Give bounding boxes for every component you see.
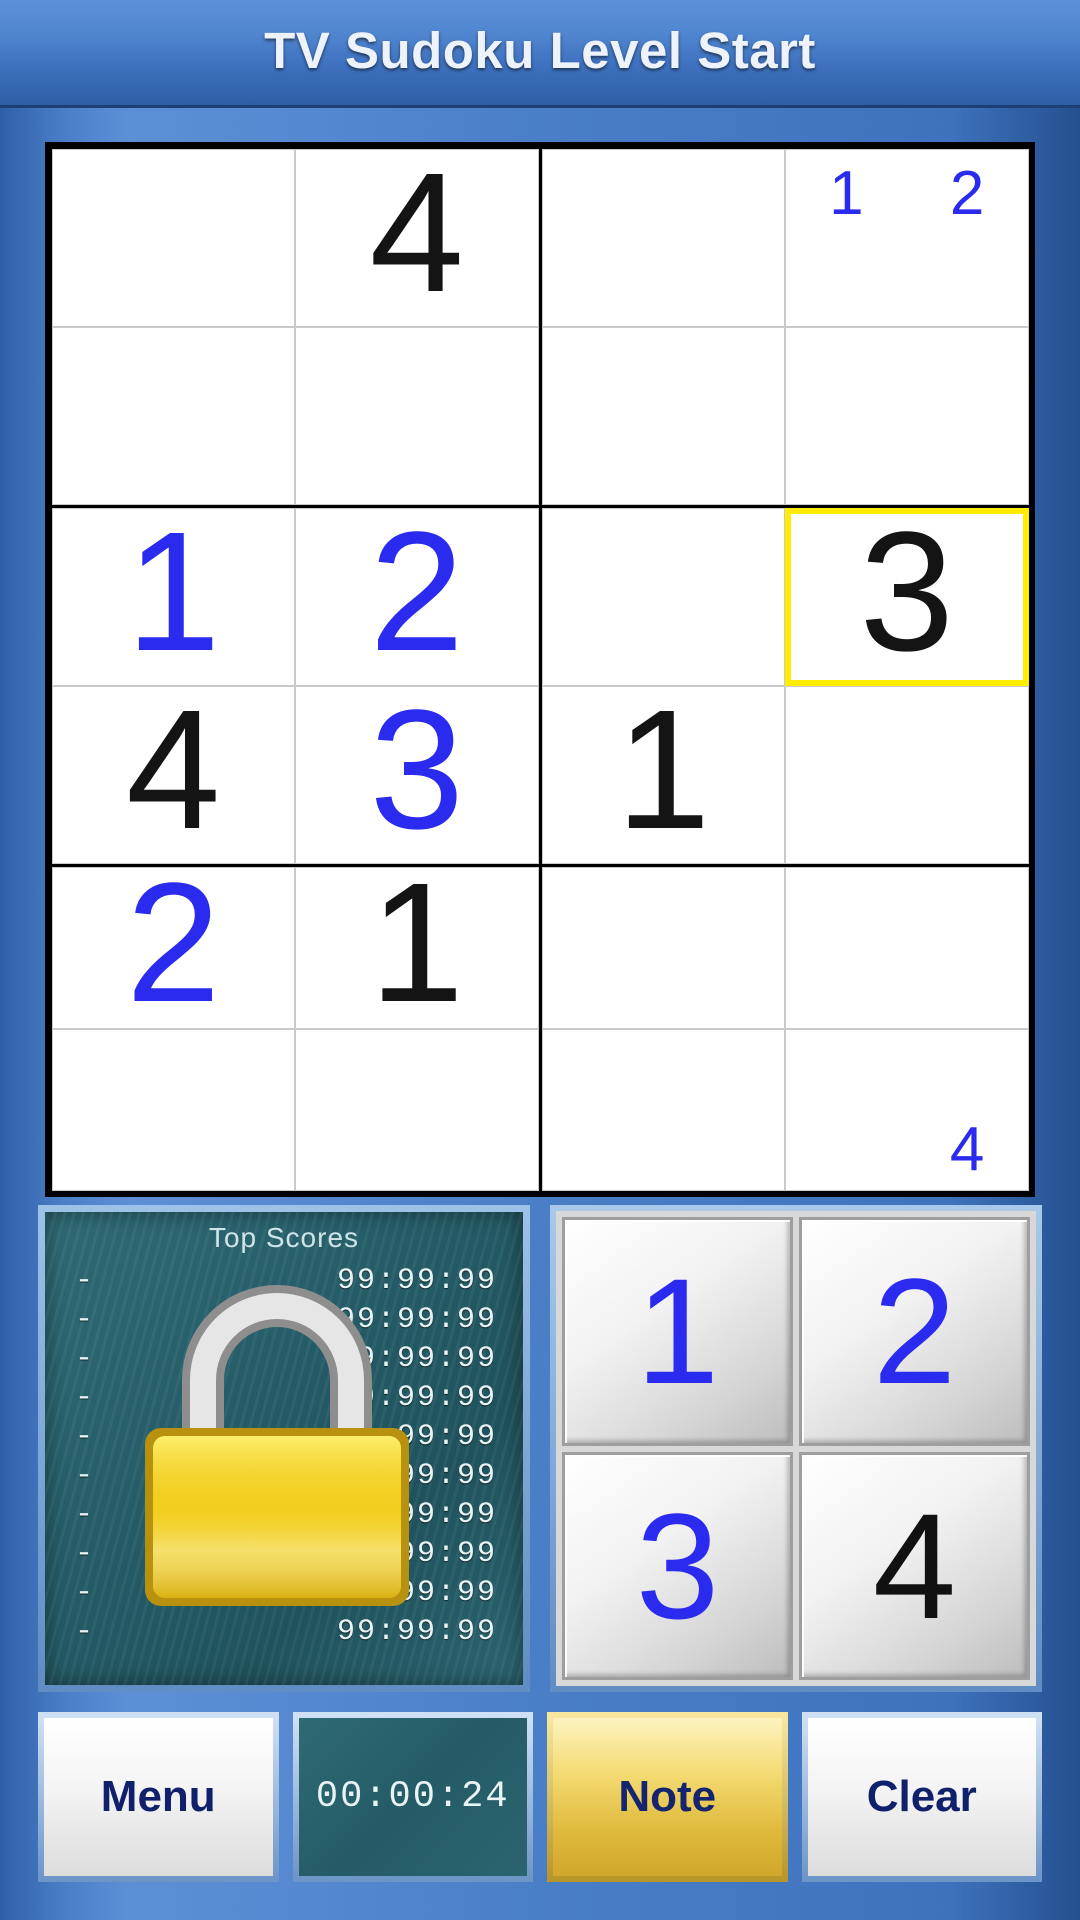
board-cell[interactable] [51,326,295,505]
bottom-toolbar: Menu 00:00:24 Note Clear [38,1712,1042,1882]
board-cell[interactable]: 4 [785,1028,1029,1191]
cell-note [786,1110,907,1190]
board-cell[interactable] [541,866,785,1029]
cell-value: 2 [125,847,221,1038]
keypad-key-4[interactable]: 4 [799,1451,1030,1680]
score-rank: - [75,1381,95,1415]
clear-button[interactable]: Clear [801,1712,1042,1882]
cell-value: 4 [369,137,465,328]
score-value: 99:99:99 [336,1576,497,1610]
score-rank: - [75,1576,95,1610]
score-row: - 99:99:99 [75,1264,497,1298]
score-row: - 99:99:99 [75,1381,497,1415]
score-row: - 99:99:99 [75,1459,497,1493]
lower-panels: Top Scores - 99:99:99 - 99:99:99 - 99:99:99 - 9… [38,1205,1042,1695]
note-button[interactable]: Note [547,1712,788,1882]
score-rank: - [75,1264,95,1298]
sudoku-board[interactable]: 412124331214 [45,142,1035,1197]
score-row: - 99:99:99 [75,1498,497,1532]
top-scores-panel: Top Scores - 99:99:99 - 99:99:99 - 99:99:99 - 9… [38,1205,530,1692]
cell-value: 1 [125,496,221,687]
board-cell[interactable]: 1 [295,858,539,1029]
score-row: - 99:99:99 [75,1537,497,1571]
score-rank: - [75,1420,95,1454]
board-cell[interactable]: 1 [541,674,785,865]
cell-value: 3 [859,496,955,687]
number-keypad[interactable]: 1234 [550,1205,1042,1692]
board-cell[interactable]: 4 [295,137,539,328]
board-block: 31 [538,496,1032,867]
score-value: 99:99:99 [336,1537,497,1571]
cell-note [786,238,907,326]
menu-button[interactable]: Menu [38,1712,279,1882]
board-cell[interactable] [785,326,1029,505]
page-title: TV Sudoku Level Start [264,21,816,79]
title-bar: TV Sudoku Level Start [0,0,1080,108]
cell-value: 4 [125,674,221,865]
board-cell[interactable] [541,148,785,327]
timer-display[interactable]: 00:00:24 [292,1712,533,1882]
keypad-key-2[interactable]: 2 [799,1217,1030,1446]
score-rank: - [75,1615,95,1649]
cell-value: 1 [615,674,711,865]
score-value: 99:99:99 [336,1498,497,1532]
board-block: 4 [48,137,542,508]
cell-note [907,1030,1028,1110]
board-cell[interactable] [541,1028,785,1191]
board-cell[interactable]: 2 [51,858,295,1029]
score-rank: - [75,1537,95,1571]
score-rank: - [75,1498,95,1532]
cell-value: 3 [369,674,465,865]
board-cell[interactable] [541,326,785,505]
cell-value: 1 [369,847,465,1038]
score-value: 99:99:99 [336,1303,497,1337]
cell-note: 2 [949,159,985,228]
score-row: - 99:99:99 [75,1615,497,1649]
board-block: 1243 [48,496,542,867]
score-value: 99:99:99 [336,1615,497,1649]
cell-value: 2 [369,496,465,687]
board-cell[interactable] [785,685,1029,864]
top-scores-list: - 99:99:99 - 99:99:99 - 99:99:99 - 99:99:99 - 99:… [75,1264,497,1649]
cell-note: 4 [949,1115,985,1184]
score-value: 99:99:99 [336,1420,497,1454]
cell-note [786,1030,907,1110]
board-cell[interactable]: 1 [51,496,295,687]
score-row: - 99:99:99 [75,1303,497,1337]
score-value: 99:99:99 [336,1264,497,1298]
top-scores-title: Top Scores [208,1222,360,1253]
board-block: 21 [48,858,542,1194]
board-cell[interactable] [295,1028,539,1191]
cell-note [907,238,1028,326]
cell-note: 1 [829,159,864,228]
board-cell[interactable] [51,148,295,327]
score-rank: - [75,1303,95,1337]
keypad-key-3[interactable]: 3 [562,1451,793,1680]
board-cell[interactable]: 3 [785,496,1029,687]
cell-notes: 4 [786,1030,1028,1190]
score-row: - 99:99:99 [75,1576,497,1610]
board-cell[interactable] [541,507,785,686]
board-block: 4 [538,863,1032,1194]
board-cell[interactable]: 2 [295,496,539,687]
board-cell[interactable] [785,866,1029,1029]
cell-notes: 12 [786,150,1028,326]
board-cell[interactable]: 4 [51,674,295,865]
board-cell[interactable] [51,1028,295,1191]
board-cell[interactable] [295,326,539,505]
score-rank: - [75,1342,95,1376]
keypad-key-1[interactable]: 1 [562,1217,793,1446]
score-value: 99:99:99 [336,1342,497,1376]
board-block: 12 [538,145,1032,508]
board-cell[interactable]: 12 [785,148,1029,327]
score-value: 99:99:99 [336,1381,497,1415]
score-row: - 99:99:99 [75,1420,497,1454]
score-row: - 99:99:99 [75,1342,497,1376]
board-cell[interactable]: 3 [295,674,539,865]
score-value: 99:99:99 [336,1459,497,1493]
score-rank: - [75,1459,95,1493]
